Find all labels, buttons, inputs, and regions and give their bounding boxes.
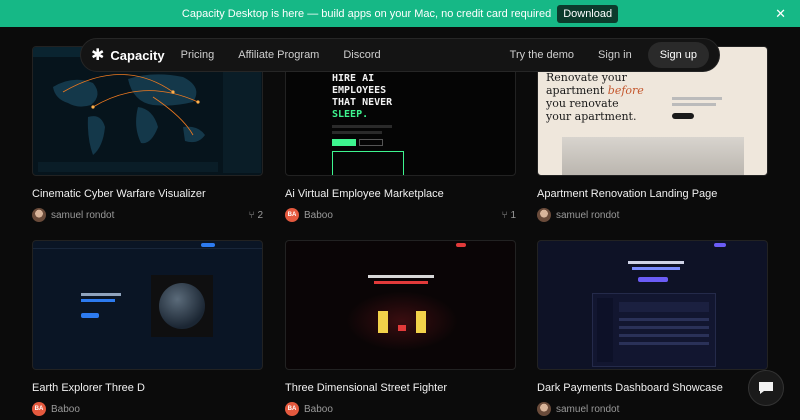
avatar (537, 208, 551, 222)
globe-icon (159, 283, 205, 329)
project-thumbnail[interactable] (285, 240, 516, 370)
thumbnail-button (456, 243, 466, 247)
avatar: BA (32, 402, 46, 416)
brand-name: Capacity (110, 47, 165, 63)
fork-icon: ⑂ (248, 209, 255, 221)
chat-widget-button[interactable] (748, 370, 784, 406)
thumbnail-text-line (374, 281, 428, 284)
fork-icon: ⑂ (501, 209, 508, 221)
thumbnail-button (359, 139, 383, 146)
author-name: Baboo (304, 209, 333, 221)
project-card[interactable]: Cinematic Cyber Warfare Visualizer samue… (32, 46, 263, 222)
avatar: BA (285, 208, 299, 222)
dashboard-row (619, 342, 709, 345)
dashboard-stats (619, 302, 709, 312)
author-name: Baboo (51, 403, 80, 415)
dashboard-row (619, 318, 709, 321)
project-title[interactable]: Ai Virtual Employee Marketplace (285, 188, 516, 200)
asterisk-logo-icon: ✱ (91, 47, 105, 64)
avatar: BA (285, 402, 299, 416)
fork-count: ⑂ 2 (249, 210, 263, 221)
thumbnail-headline: Renovate your apartment before you renov… (546, 71, 644, 123)
thumbnail-text-line (632, 267, 680, 270)
thumbnail-arena (346, 291, 458, 351)
thumbnail-dashboard (592, 293, 716, 367)
thumbnail-room-image (562, 137, 744, 175)
thumbnail-text-line (81, 293, 121, 296)
close-icon[interactable]: ✕ (775, 6, 786, 22)
project-thumbnail[interactable] (537, 240, 768, 370)
thumbnail-headline: HIRE AI EMPLOYEES THAT NEVER SLEEP. (332, 73, 393, 120)
project-card[interactable]: HIRE AI EMPLOYEES THAT NEVER SLEEP. Ai V… (285, 46, 516, 222)
thumbnail-text-line (332, 131, 382, 134)
thumbnail-button (81, 313, 99, 318)
thumbnail-text-line (672, 103, 716, 106)
thumbnail-text-line (368, 275, 434, 278)
nav-link-affiliate[interactable]: Affiliate Program (238, 49, 319, 61)
fighter-left-icon (378, 311, 388, 333)
announcement-banner: Capacity Desktop is here — build apps on… (0, 0, 800, 27)
project-card[interactable]: Earth Explorer Three D BA Baboo (32, 240, 263, 416)
project-title[interactable]: Three Dimensional Street Fighter (285, 382, 516, 394)
thumbnail-text-line (628, 261, 684, 264)
project-title[interactable]: Dark Payments Dashboard Showcase (537, 382, 768, 394)
thumbnail-button (714, 243, 726, 247)
author-name: Baboo (304, 403, 333, 415)
nav-link-pricing[interactable]: Pricing (181, 49, 215, 61)
project-title[interactable]: Apartment Renovation Landing Page (537, 188, 768, 200)
try-demo-link[interactable]: Try the demo (510, 49, 574, 61)
avatar (537, 402, 551, 416)
thumbnail-text-line (672, 97, 722, 100)
thumbnail-globe-panel (151, 275, 213, 337)
fork-count-value: 2 (257, 209, 263, 221)
author-name: samuel rondot (556, 209, 620, 221)
thumbnail-button (201, 243, 215, 247)
thumbnail-text-line (332, 125, 392, 128)
project-card[interactable]: Dark Payments Dashboard Showcase samuel … (537, 240, 768, 416)
project-card[interactable]: Renovate your apartment before you renov… (537, 46, 768, 222)
top-navigation: ✱ Capacity Pricing Affiliate Program Dis… (80, 38, 720, 72)
thumbnail-card (332, 151, 404, 175)
fire-icon (398, 325, 406, 331)
dashboard-sidebar (597, 298, 613, 362)
fork-count-value: 1 (510, 209, 516, 221)
banner-text: Capacity Desktop is here — build apps on… (181, 7, 552, 20)
chat-bubble-icon (759, 382, 773, 394)
dashboard-row (619, 326, 709, 329)
sign-up-button[interactable]: Sign up (647, 42, 709, 68)
thumbnail-button (638, 277, 668, 282)
thumbnail-button (332, 139, 356, 146)
avatar (32, 208, 46, 222)
project-title[interactable]: Cinematic Cyber Warfare Visualizer (32, 188, 263, 200)
project-title[interactable]: Earth Explorer Three D (32, 382, 263, 394)
thumbnail-navbar (33, 241, 262, 249)
thumbnail-text-line (81, 299, 115, 302)
project-thumbnail[interactable] (32, 240, 263, 370)
nav-link-discord[interactable]: Discord (343, 49, 380, 61)
sign-in-link[interactable]: Sign in (598, 49, 632, 61)
fork-count: ⑂ 1 (502, 210, 516, 221)
dashboard-row (619, 334, 709, 337)
author-name: samuel rondot (51, 209, 115, 221)
author-name: samuel rondot (556, 403, 620, 415)
fighter-right-icon (416, 311, 426, 333)
download-button[interactable]: Download (557, 4, 619, 23)
project-card[interactable]: Three Dimensional Street Fighter BA Babo… (285, 240, 516, 416)
brand-logo[interactable]: ✱ Capacity (91, 45, 165, 65)
thumbnail-button (672, 113, 694, 119)
